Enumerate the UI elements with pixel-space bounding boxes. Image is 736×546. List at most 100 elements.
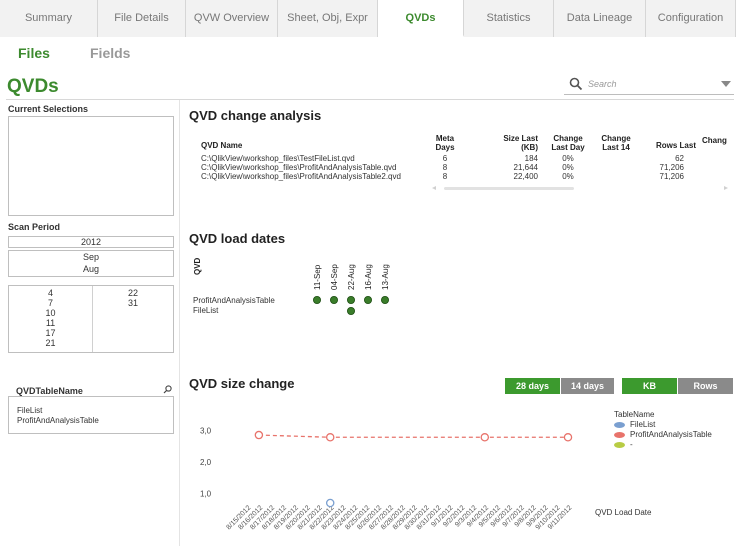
load-date-dot[interactable] <box>346 296 355 305</box>
main-tab-bar: Summary File Details QVW Overview Sheet,… <box>0 0 736 37</box>
current-selections-box[interactable] <box>8 116 174 216</box>
load-date-dots <box>313 296 389 316</box>
listbox-search-icon[interactable] <box>163 385 172 394</box>
load-date-dot[interactable] <box>329 296 338 305</box>
load-dates-title: QVD load dates <box>189 231 286 246</box>
y-tick-label: 2,0 <box>200 458 212 467</box>
size-last-cell: 184 <box>524 154 538 163</box>
panel-separator <box>179 100 180 546</box>
load-date-header: 22-Aug <box>347 264 356 290</box>
scroll-right-icon[interactable] <box>724 186 728 190</box>
series-point[interactable] <box>563 433 573 442</box>
kb-button[interactable]: KB <box>622 378 677 394</box>
day-item[interactable]: 31 <box>93 298 173 308</box>
legend-swatch-profitandanalysistable <box>614 432 625 438</box>
28-days-button[interactable]: 28 days <box>505 378 560 394</box>
load-date-header: 13-Aug <box>381 264 390 290</box>
size-last-cell: 21,644 <box>513 163 538 172</box>
day-item[interactable]: 22 <box>93 288 173 298</box>
table-horizontal-scrollbar[interactable] <box>432 186 728 191</box>
search-placeholder: Search <box>588 79 617 89</box>
y-tick-label: 3,0 <box>200 426 212 435</box>
col-size-last[interactable]: Size Last (KB) <box>494 134 538 152</box>
size-change-chart: 3,02,01,0 8/15/20128/16/20128/17/20128/1… <box>200 426 573 531</box>
load-date-headers: 11-Sep 04-Sep 22-Aug 16-Aug 13-Aug <box>313 264 390 290</box>
load-date-dot[interactable] <box>363 296 372 305</box>
x-axis-label: QVD Load Date <box>595 508 652 517</box>
qvd-name-cell: C:\QlikView\workshop_files\ProfitAndAnal… <box>201 172 401 181</box>
legend-item[interactable]: FileList <box>614 420 734 430</box>
col-qvd-name[interactable]: QVD Name <box>201 141 242 150</box>
rows-last-cell: 62 <box>675 154 684 163</box>
series-point[interactable] <box>254 430 264 440</box>
series-line <box>258 434 568 438</box>
chevron-down-icon[interactable] <box>721 81 731 87</box>
day-item[interactable]: 17 <box>9 328 92 338</box>
legend-item[interactable]: - <box>614 440 734 450</box>
legend-swatch-dash <box>614 442 625 448</box>
year-value[interactable]: 2012 <box>9 237 173 248</box>
rows-last-cell: 71,206 <box>659 163 684 172</box>
day-item[interactable]: 4 <box>9 288 92 298</box>
legend-item[interactable]: ProfitAndAnalysisTable <box>614 430 734 440</box>
series-point[interactable] <box>325 433 335 442</box>
day-item[interactable]: 21 <box>9 338 92 348</box>
tab-data-lineage[interactable]: Data Lineage <box>554 0 646 37</box>
load-date-row-label: ProfitAndAnalysisTable <box>193 296 275 305</box>
tab-sheet-obj-expr[interactable]: Sheet, Obj, Expr <box>278 0 378 37</box>
subtab-fields[interactable]: Fields <box>90 45 130 61</box>
scroll-thumb[interactable] <box>444 187 574 190</box>
qvd-name-cell: C:\QlikView\workshop_files\TestFileList.… <box>201 154 355 163</box>
month-listbox[interactable]: Sep Aug <box>8 250 174 277</box>
subtab-files[interactable]: Files <box>18 45 50 61</box>
change-analysis-title: QVD change analysis <box>189 108 322 123</box>
legend-title: TableName <box>614 410 655 419</box>
scroll-left-icon[interactable] <box>432 186 436 190</box>
load-dates-grid: QVD 11-Sep 04-Sep 22-Aug 16-Aug 13-Aug <box>193 257 390 316</box>
search-box[interactable]: Search <box>564 75 734 95</box>
series-point[interactable] <box>325 498 335 508</box>
qvd-table-listbox[interactable]: FileList ProfitAndAnalysisTable <box>8 396 174 434</box>
tab-statistics[interactable]: Statistics <box>464 0 554 37</box>
load-date-header: 04-Sep <box>330 264 339 290</box>
col-meta-days[interactable]: Meta Days <box>430 134 460 152</box>
col-rows-last[interactable]: Rows Last <box>652 141 700 150</box>
load-date-dot[interactable] <box>346 307 355 316</box>
legend-swatch-filelist <box>614 422 625 428</box>
sub-tab-bar: Files Fields <box>0 37 736 67</box>
tab-file-details[interactable]: File Details <box>98 0 186 37</box>
tab-configuration[interactable]: Configuration <box>646 0 736 37</box>
meta-days-cell: 8 <box>442 172 448 181</box>
col-change[interactable]: Chang <box>702 136 736 145</box>
day-item[interactable]: 11 <box>9 318 92 328</box>
col-change-last-day[interactable]: Change Last Day <box>548 134 588 152</box>
14-days-button[interactable]: 14 days <box>561 378 614 394</box>
tab-qvw-overview[interactable]: QVW Overview <box>186 0 278 37</box>
legend-label: - <box>630 440 633 449</box>
legend-label: FileList <box>630 420 656 429</box>
col-change-last-14[interactable]: Change Last 14 <box>596 134 636 152</box>
qvd-table-item[interactable]: FileList <box>17 406 42 415</box>
day-item[interactable]: 10 <box>9 308 92 318</box>
day-item[interactable]: 7 <box>9 298 92 308</box>
month-item[interactable]: Sep <box>9 252 173 263</box>
qvd-table-item[interactable]: ProfitAndAnalysisTable <box>17 416 99 425</box>
rows-button[interactable]: Rows <box>678 378 733 394</box>
change-last-day-cell: 0% <box>562 154 574 163</box>
qvd-name-cell: C:\QlikView\workshop_files\ProfitAndAnal… <box>201 163 397 172</box>
month-item[interactable]: Aug <box>9 264 173 275</box>
tab-qvds[interactable]: QVDs <box>378 0 464 37</box>
change-last-day-cell: 0% <box>562 172 574 181</box>
size-change-title: QVD size change <box>189 376 295 391</box>
series-point[interactable] <box>480 433 490 442</box>
year-listbox[interactable]: 2012 <box>8 236 174 248</box>
load-date-dot[interactable] <box>380 296 389 305</box>
tab-summary[interactable]: Summary <box>0 0 98 37</box>
load-date-dot[interactable] <box>313 296 322 305</box>
qvd-table-name-label: QVDTableName <box>16 386 83 396</box>
meta-days-cell: 6 <box>442 154 448 163</box>
size-last-cell: 22,400 <box>513 172 538 181</box>
load-date-header: 11-Sep <box>313 264 322 290</box>
day-listbox[interactable]: 4 7 10 11 17 21 22 31 <box>8 285 174 353</box>
page-title: QVDs <box>7 76 59 97</box>
